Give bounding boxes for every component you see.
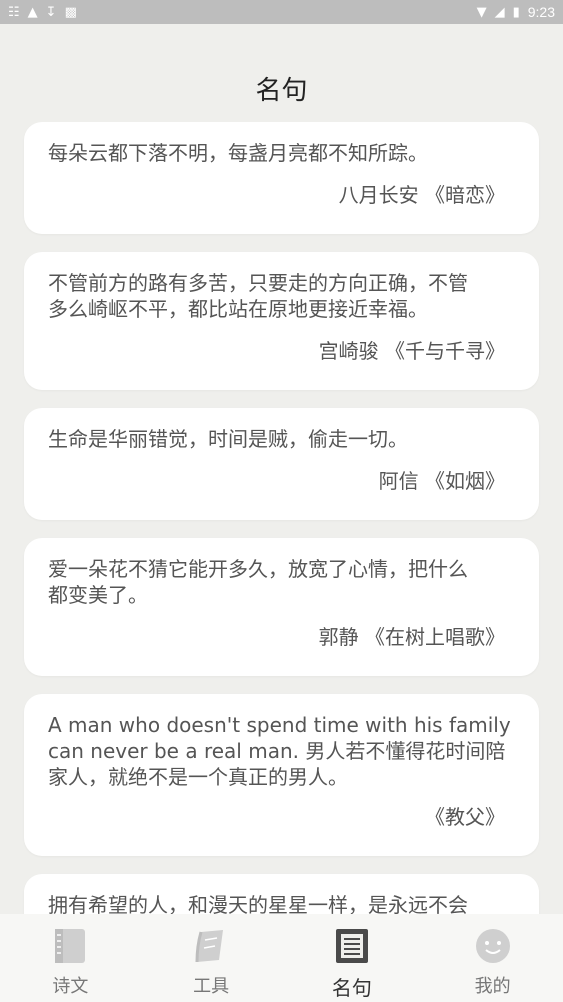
quote-text: 拥有希望的人，和漫天的星星一样，是永远不会: [48, 893, 468, 914]
quote-attribution: 郭静 《在树上唱歌》: [318, 625, 505, 649]
warning-icon: ▲: [27, 4, 38, 20]
nav-item-tools[interactable]: 工具: [141, 914, 282, 1002]
book-icon: [55, 929, 86, 963]
quote-attribution: 宫崎骏 《千与千寻》: [318, 339, 505, 363]
quote-card[interactable]: 每朵云都下落不明，每盏月亮都不知所踪。 八月长安 《暗恋》: [24, 122, 539, 234]
quote-text: 每朵云都下落不明，每盏月亮都不知所踪。: [48, 141, 428, 165]
signal-icon: ◢: [494, 4, 505, 20]
quote-card[interactable]: 拥有希望的人，和漫天的星星一样，是永远不会: [24, 874, 539, 914]
nav-item-poems[interactable]: 诗文: [0, 914, 141, 1002]
quote-card[interactable]: 爱一朵花不猜它能开多久，放宽了心情，把什么 都变美了。 郭静 《在树上唱歌》: [24, 538, 539, 676]
quote-card[interactable]: A man who doesn't spend time with his fa…: [24, 694, 539, 856]
notification-icon: ☷: [8, 4, 20, 20]
quote-book-icon: [335, 929, 368, 963]
app-notification-icon: ▩: [64, 4, 77, 20]
nav-label: 工具: [193, 976, 230, 997]
quote-text: 生命是华丽错觉，时间是贼，偷走一切。: [48, 427, 408, 451]
battery-icon: ▮: [512, 4, 520, 20]
page-title: 名句: [255, 76, 308, 106]
quote-card[interactable]: 生命是华丽错觉，时间是贼，偷走一切。 阿信 《如烟》: [24, 408, 539, 520]
wifi-icon: ▼: [476, 4, 487, 20]
quote-attribution: 阿信 《如烟》: [378, 469, 505, 493]
status-time: 9:23: [527, 4, 555, 20]
download-icon: ↧: [45, 4, 57, 20]
quote-text: 不管前方的路有多苦，只要走的方向正确，不管 多么崎岖不平，都比站在原地更接近幸福…: [48, 271, 468, 321]
status-bar: ☷ ▲ ↧ ▩ ▼ ◢ ▮ 9:23: [0, 0, 563, 24]
bottom-nav: 诗文 工具 名句 我的: [0, 914, 563, 1002]
status-icons-right: ▼ ◢ ▮ 9:23: [477, 4, 555, 20]
nav-label: 我的: [474, 976, 511, 997]
nav-item-quotes[interactable]: 名句: [282, 914, 423, 1002]
quote-attribution: 八月长安 《暗恋》: [338, 183, 505, 207]
quote-list[interactable]: 每朵云都下落不明，每盏月亮都不知所踪。 八月长安 《暗恋》 不管前方的路有多苦，…: [0, 122, 563, 914]
nav-label: 诗文: [52, 976, 89, 997]
quote-attribution: 《教父》: [425, 805, 505, 829]
smiley-icon: [475, 929, 510, 963]
scroll-icon: [195, 930, 224, 963]
quote-text: A man who doesn't spend time with his fa…: [48, 713, 511, 789]
quote-text: 爱一朵花不猜它能开多久，放宽了心情，把什么 都变美了。: [48, 557, 468, 607]
nav-label: 名句: [331, 976, 372, 1000]
nav-item-profile[interactable]: 我的: [422, 914, 563, 1002]
status-icons-left: ☷ ▲ ↧ ▩: [8, 6, 77, 19]
quote-card[interactable]: 不管前方的路有多苦，只要走的方向正确，不管 多么崎岖不平，都比站在原地更接近幸福…: [24, 252, 539, 390]
